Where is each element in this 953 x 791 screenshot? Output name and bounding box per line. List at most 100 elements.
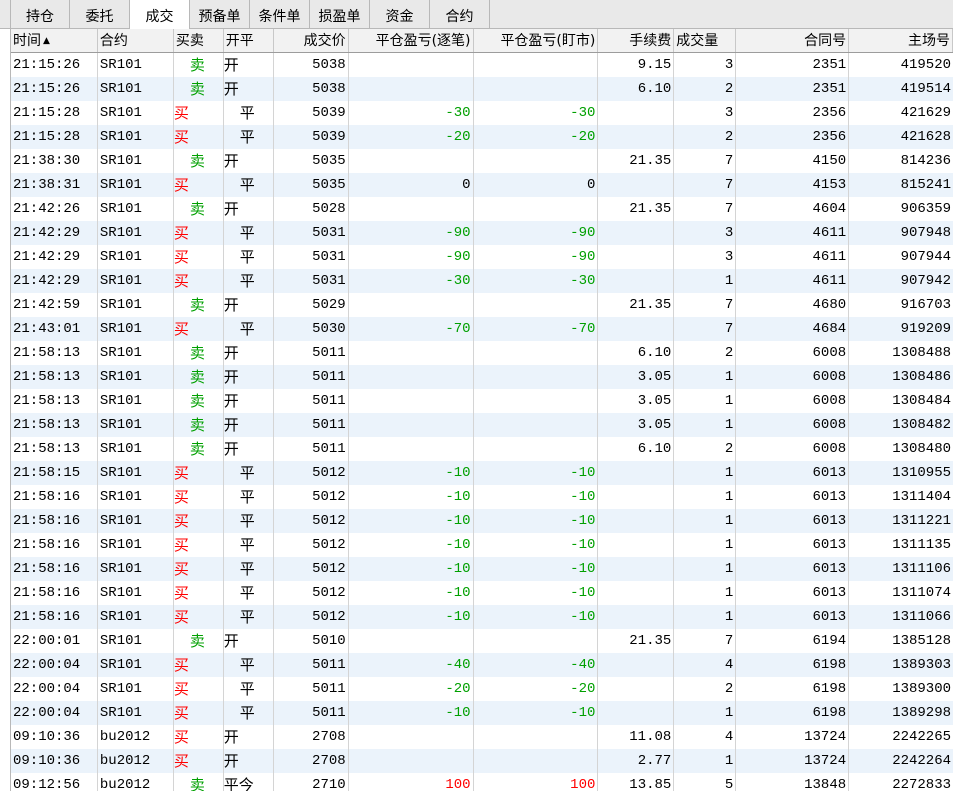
table-row[interactable]: 21:42:29 SR101 买平 5031 -90 -90 3 4611 907948 — [11, 221, 953, 245]
tab-1[interactable]: 委托 — [70, 0, 130, 29]
column-header-match-no[interactable]: 主场号 — [849, 29, 953, 52]
table-row[interactable]: 21:38:30 SR101 卖开 5035 21.35 7 4150 814236 — [11, 149, 953, 173]
cell-open-close: 平 — [224, 677, 274, 701]
table-row[interactable]: 22:00:04 SR101 买平 5011 -20 -20 2 6198 1389300 — [11, 677, 953, 701]
cell-pl-trade: -20 — [349, 125, 474, 149]
table-row[interactable]: 21:15:28 SR101 买平 5039 -30 -30 3 2356 421629 — [11, 101, 953, 125]
table-row[interactable]: 21:15:28 SR101 买平 5039 -20 -20 2 2356 421628 — [11, 125, 953, 149]
tab-4[interactable]: 条件单 — [250, 0, 310, 29]
cell-pl-mark: -20 — [474, 125, 599, 149]
cell-time: 21:58:16 — [11, 581, 98, 605]
cell-qty: 7 — [674, 149, 737, 173]
cell-pl-trade: -20 — [349, 677, 474, 701]
column-header-time[interactable]: 时间 ▲ — [11, 29, 98, 52]
cell-buy-sell: 卖 — [174, 149, 224, 173]
tab-7[interactable]: 合约 — [430, 0, 490, 29]
cell-open-close: 平 — [224, 485, 274, 509]
cell-qty: 3 — [674, 221, 737, 245]
table-row[interactable]: 21:58:13 SR101 卖开 5011 3.05 1 6008 1308482 — [11, 413, 953, 437]
cell-qty: 4 — [674, 653, 737, 677]
cell-pl-trade — [349, 749, 474, 773]
cell-qty: 4 — [674, 725, 737, 749]
cell-fee — [598, 173, 675, 197]
cell-contract-no: 6198 — [736, 677, 850, 701]
table-row[interactable]: 21:15:26 SR101 卖开 5038 9.15 3 2351 419520 — [11, 53, 953, 77]
table-row[interactable]: 21:15:26 SR101 卖开 5038 6.10 2 2351 419514 — [11, 77, 953, 101]
column-header-pl-mark[interactable]: 平仓盈亏(盯市) — [474, 29, 599, 52]
cell-buy-sell: 卖 — [174, 77, 224, 101]
cell-fee — [598, 245, 675, 269]
cell-pl-mark — [474, 341, 599, 365]
cell-match-no: 1389298 — [892, 705, 952, 721]
column-header-open-close[interactable]: 开平 — [224, 29, 274, 52]
table-row[interactable]: 21:43:01 SR101 买平 5030 -70 -70 7 4684 919209 — [11, 317, 953, 341]
table-row[interactable]: 21:58:13 SR101 卖开 5011 6.10 2 6008 1308488 — [11, 341, 953, 365]
tab-0[interactable]: 持仓 — [10, 0, 70, 29]
cell-pl-trade: 0 — [349, 173, 474, 197]
table-row[interactable]: 21:42:29 SR101 买平 5031 -30 -30 1 4611 907942 — [11, 269, 953, 293]
table-row[interactable]: 21:58:15 SR101 买平 5012 -10 -10 1 6013 1310955 — [11, 461, 953, 485]
cell-match-no: 419514 — [900, 81, 952, 97]
cell-contract-no: 4153 — [736, 173, 850, 197]
column-header-buy-sell[interactable]: 买卖 — [174, 29, 224, 52]
cell-pl-trade — [349, 389, 474, 413]
table-row[interactable]: 21:58:16 SR101 买平 5012 -10 -10 1 6013 1311135 — [11, 533, 953, 557]
tab-5[interactable]: 损盈单 — [310, 0, 370, 29]
cell-buy-sell: 买 — [174, 653, 224, 677]
cell-open-close: 平 — [224, 101, 274, 125]
cell-buy-sell: 买 — [174, 461, 224, 485]
table-row[interactable]: 22:00:01 SR101 卖开 5010 21.35 7 6194 1385128 — [11, 629, 953, 653]
cell-pl-mark: -90 — [474, 221, 599, 245]
cell-qty: 2 — [674, 125, 737, 149]
cell-price: 5011 — [274, 677, 349, 701]
cell-qty: 7 — [674, 173, 737, 197]
table-row[interactable]: 22:00:04 SR101 买平 5011 -10 -10 1 6198 1389298 — [11, 701, 953, 725]
cell-pl-mark: -10 — [474, 509, 599, 533]
table-row[interactable]: 09:12:56 bu2012 卖平今 2710 100 100 13.85 5 13848 22… — [11, 773, 953, 791]
cell-price: 5035 — [274, 173, 349, 197]
column-header-price[interactable]: 成交价 — [274, 29, 349, 52]
column-header-contract-no[interactable]: 合同号 — [736, 29, 850, 52]
cell-pl-mark — [474, 629, 599, 653]
cell-pl-mark — [474, 437, 599, 461]
cell-fee: 6.10 — [598, 77, 675, 101]
table-row[interactable]: 21:38:31 SR101 买平 5035 0 0 7 4153 815241 — [11, 173, 953, 197]
table-row[interactable]: 21:42:59 SR101 卖开 5029 21.35 7 4680 916703 — [11, 293, 953, 317]
tab-bar: 持仓 委托 成交 预备单 条件单 损盈单 资金 合约 — [0, 0, 953, 30]
tab-6[interactable]: 资金 — [370, 0, 430, 29]
column-header-fee[interactable]: 手续费 — [598, 29, 675, 52]
cell-pl-mark — [474, 197, 599, 221]
cell-open-close: 平 — [224, 653, 274, 677]
cell-price: 5039 — [274, 125, 349, 149]
table-row[interactable]: 22:00:04 SR101 买平 5011 -40 -40 4 6198 1389303 — [11, 653, 953, 677]
table-row[interactable]: 21:58:13 SR101 卖开 5011 3.05 1 6008 1308486 — [11, 365, 953, 389]
cell-pl-mark — [474, 725, 599, 749]
table-row[interactable]: 21:42:29 SR101 买平 5031 -90 -90 3 4611 907944 — [11, 245, 953, 269]
table-row[interactable]: 21:58:16 SR101 买平 5012 -10 -10 1 6013 1311074 — [11, 581, 953, 605]
cell-qty: 1 — [674, 581, 737, 605]
table-row[interactable]: 21:58:16 SR101 买平 5012 -10 -10 1 6013 1311066 — [11, 605, 953, 629]
table-row[interactable]: 21:58:16 SR101 买平 5012 -10 -10 1 6013 1311106 — [11, 557, 953, 581]
tab-3[interactable]: 预备单 — [190, 0, 250, 29]
cell-contract-no: 6198 — [736, 701, 850, 725]
table-row[interactable]: 21:58:16 SR101 买平 5012 -10 -10 1 6013 1311221 — [11, 509, 953, 533]
column-header-pl-trade[interactable]: 平仓盈亏(逐笔) — [349, 29, 474, 52]
table-row[interactable]: 09:10:36 bu2012 买开 2708 11.08 4 13724 2242265 — [11, 725, 953, 749]
cell-qty: 7 — [674, 317, 737, 341]
table-row[interactable]: 21:58:13 SR101 卖开 5011 6.10 2 6008 1308480 — [11, 437, 953, 461]
tab-2[interactable]: 成交 — [130, 0, 190, 30]
table-row[interactable]: 21:42:26 SR101 卖开 5028 21.35 7 4604 906359 — [11, 197, 953, 221]
cell-open-close: 平 — [224, 269, 274, 293]
table-row[interactable]: 21:58:13 SR101 卖开 5011 3.05 1 6008 1308484 — [11, 389, 953, 413]
cell-time: 21:42:26 — [11, 197, 98, 221]
cell-match-no: 1385128 — [892, 633, 952, 649]
table-row[interactable]: 21:58:16 SR101 买平 5012 -10 -10 1 6013 1311404 — [11, 485, 953, 509]
cell-open-close: 开 — [224, 749, 274, 773]
cell-time: 21:58:16 — [11, 533, 98, 557]
cell-price: 2708 — [274, 725, 349, 749]
table-row[interactable]: 09:10:36 bu2012 买开 2708 2.77 1 13724 2242264 — [11, 749, 953, 773]
cell-price: 5011 — [274, 341, 349, 365]
column-header-qty[interactable]: 成交量 — [674, 29, 737, 52]
column-header-contract[interactable]: 合约 — [98, 29, 174, 52]
cell-qty: 7 — [674, 629, 737, 653]
